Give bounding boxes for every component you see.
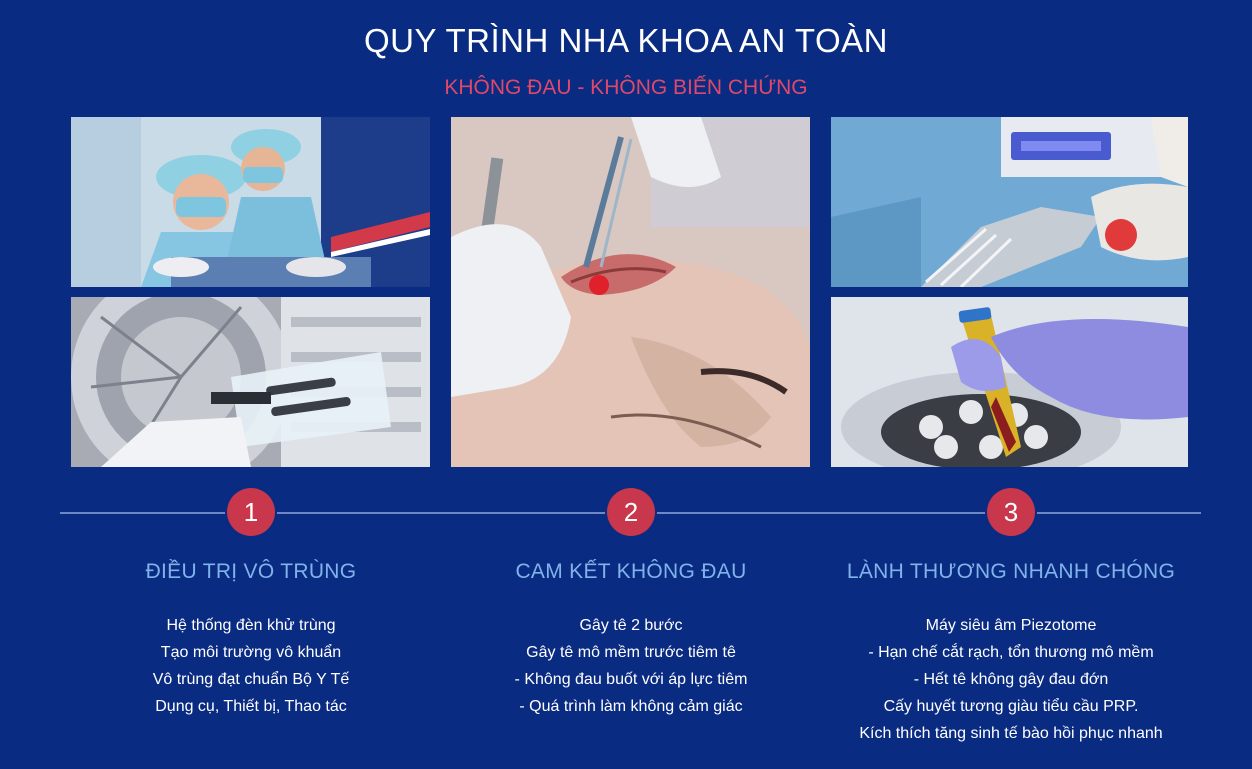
step-3-line: Cấy huyết tương giàu tiểu cầu PRP. (883, 698, 1139, 715)
step-description-3: Máy siêu âm Piezotome - Hạn chế cắt rạch… (811, 612, 1211, 747)
photo-prp-centrifuge (831, 297, 1188, 467)
photo-dental-injection (451, 117, 810, 467)
step-2-line: Gây tê mô mềm trước tiêm tê (526, 644, 736, 661)
step-3-line: - Hết tê không gây đau đớn (913, 671, 1109, 688)
page-title: QUY TRÌNH NHA KHOA AN TOÀN (363, 22, 889, 59)
photo-dental-procedure (831, 117, 1188, 287)
step-description-2: Gây tê 2 bước Gây tê mô mềm trước tiêm t… (431, 612, 831, 720)
photo-sterilizer (71, 297, 430, 467)
step-title-2: CAM KẾT KHÔNG ĐAU (515, 560, 747, 583)
step-1-line: Dụng cụ, Thiết bị, Thao tác (155, 698, 347, 715)
page-subtitle: KHÔNG ĐAU - KHÔNG BIẾN CHỨNG (444, 76, 808, 99)
step-number-3: 3 (987, 488, 1035, 536)
step-title-1: ĐIỀU TRỊ VÔ TRÙNG (145, 560, 357, 583)
step-2-line: Gây tê 2 bước (579, 617, 683, 634)
step-3-line: Kích thích tăng sinh tế bào hồi phục nha… (859, 725, 1163, 742)
step-2-line: - Không đau buốt với áp lực tiêm (514, 671, 748, 688)
step-2-line: - Quá trình làm không cảm giác (519, 698, 743, 715)
step-1-line: Hệ thống đèn khử trùng (166, 617, 336, 634)
step-description-1: Hệ thống đèn khử trùng Tạo môi trường vô… (51, 612, 451, 720)
step-number-2: 2 (607, 488, 655, 536)
step-3-line: Máy siêu âm Piezotome (925, 617, 1097, 634)
step-number-1: 1 (227, 488, 275, 536)
step-1-line: Vô trùng đạt chuẩn Bộ Y Tế (152, 671, 350, 688)
photo-surgeons (71, 117, 430, 287)
step-1-line: Tạo môi trường vô khuẩn (160, 644, 342, 661)
step-3-line: - Hạn chế cắt rạch, tổn thương mô mềm (868, 644, 1154, 661)
step-title-3: LÀNH THƯƠNG NHANH CHÓNG (846, 560, 1176, 583)
